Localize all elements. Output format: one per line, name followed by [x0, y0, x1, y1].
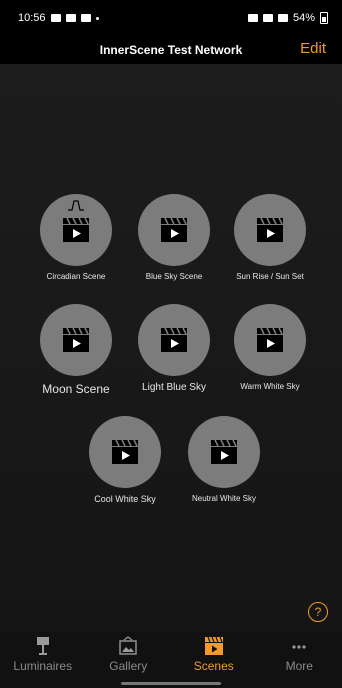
clapperboard-icon	[161, 327, 187, 352]
scene-item[interactable]: Blue Sky Scene	[124, 194, 224, 281]
status-time: 10:56	[18, 12, 46, 24]
clapperboard-icon	[161, 217, 187, 242]
scene-item[interactable]: Circadian Scene	[26, 194, 126, 281]
tab-label: Gallery	[109, 659, 148, 673]
scene-button[interactable]	[40, 194, 112, 266]
tab-bar: Luminaires Gallery Scenes More	[0, 632, 342, 688]
scenes-grid: Circadian Scene Blue Sky Scene Sun Rise …	[0, 64, 342, 632]
status-left: 10:56	[18, 12, 99, 24]
scene-item[interactable]: Light Blue Sky	[124, 304, 224, 393]
tab-scenes[interactable]: Scenes	[174, 632, 254, 673]
scene-button[interactable]	[138, 194, 210, 266]
scene-button[interactable]	[188, 416, 260, 488]
status-bar: 10:56 54%	[0, 0, 342, 36]
scene-item[interactable]: Sun Rise / Sun Set	[220, 194, 320, 281]
scene-label: Sun Rise / Sun Set	[236, 272, 304, 281]
battery-percent: 54%	[292, 12, 315, 24]
help-icon[interactable]: ?	[308, 602, 328, 622]
scene-label: Neutral White Sky	[191, 494, 257, 503]
scene-button[interactable]	[234, 304, 306, 376]
scene-button[interactable]	[40, 304, 112, 376]
tab-more[interactable]: More	[259, 632, 339, 673]
scene-item[interactable]: Moon Scene	[26, 304, 126, 396]
scene-item[interactable]: Warm White Sky	[220, 304, 320, 391]
clapperboard-icon	[257, 217, 283, 242]
scene-button[interactable]	[89, 416, 161, 488]
alarm-icon	[247, 14, 258, 22]
scene-item[interactable]: Cool White Sky	[75, 416, 175, 504]
home-indicator	[121, 682, 221, 685]
tab-luminaires[interactable]: Luminaires	[3, 632, 83, 673]
scene-label: Blue Sky Scene	[145, 272, 203, 281]
scene-label: Circadian Scene	[46, 272, 106, 281]
scene-label: Light Blue Sky	[142, 382, 206, 393]
tab-gallery[interactable]: Gallery	[88, 632, 168, 673]
tab-label: Scenes	[193, 659, 234, 673]
circadian-wave-icon	[68, 200, 84, 211]
wifi-icon	[262, 14, 273, 22]
battery-icon	[320, 12, 328, 24]
message-icon	[65, 14, 76, 22]
clapperboard-icon	[63, 217, 89, 242]
nav-bar: InnerScene Test Network Edit	[0, 36, 342, 64]
more-dots-icon	[292, 645, 306, 649]
lamp-icon	[36, 637, 49, 655]
gallery-icon	[119, 636, 137, 655]
scene-label: Cool White Sky	[94, 494, 156, 504]
clapperboard-icon	[204, 636, 223, 655]
scene-label: Warm White Sky	[240, 382, 300, 391]
scene-label: Moon Scene	[42, 382, 110, 396]
tab-label: Luminaires	[13, 659, 73, 673]
page-title: InnerScene Test Network	[99, 43, 243, 57]
tab-label: More	[285, 659, 313, 673]
edit-button[interactable]: Edit	[300, 40, 326, 57]
scene-button[interactable]	[234, 194, 306, 266]
notification-icon	[50, 14, 61, 22]
status-right: 54%	[247, 12, 328, 24]
scene-button[interactable]	[138, 304, 210, 376]
scene-item[interactable]: Neutral White Sky	[174, 416, 274, 503]
more-notifications-dot	[95, 16, 99, 20]
clapperboard-icon	[211, 439, 237, 464]
signal-icon	[277, 14, 288, 22]
clapperboard-icon	[63, 327, 89, 352]
clapperboard-icon	[257, 327, 283, 352]
clapperboard-icon	[112, 439, 138, 464]
sync-icon	[80, 14, 91, 22]
